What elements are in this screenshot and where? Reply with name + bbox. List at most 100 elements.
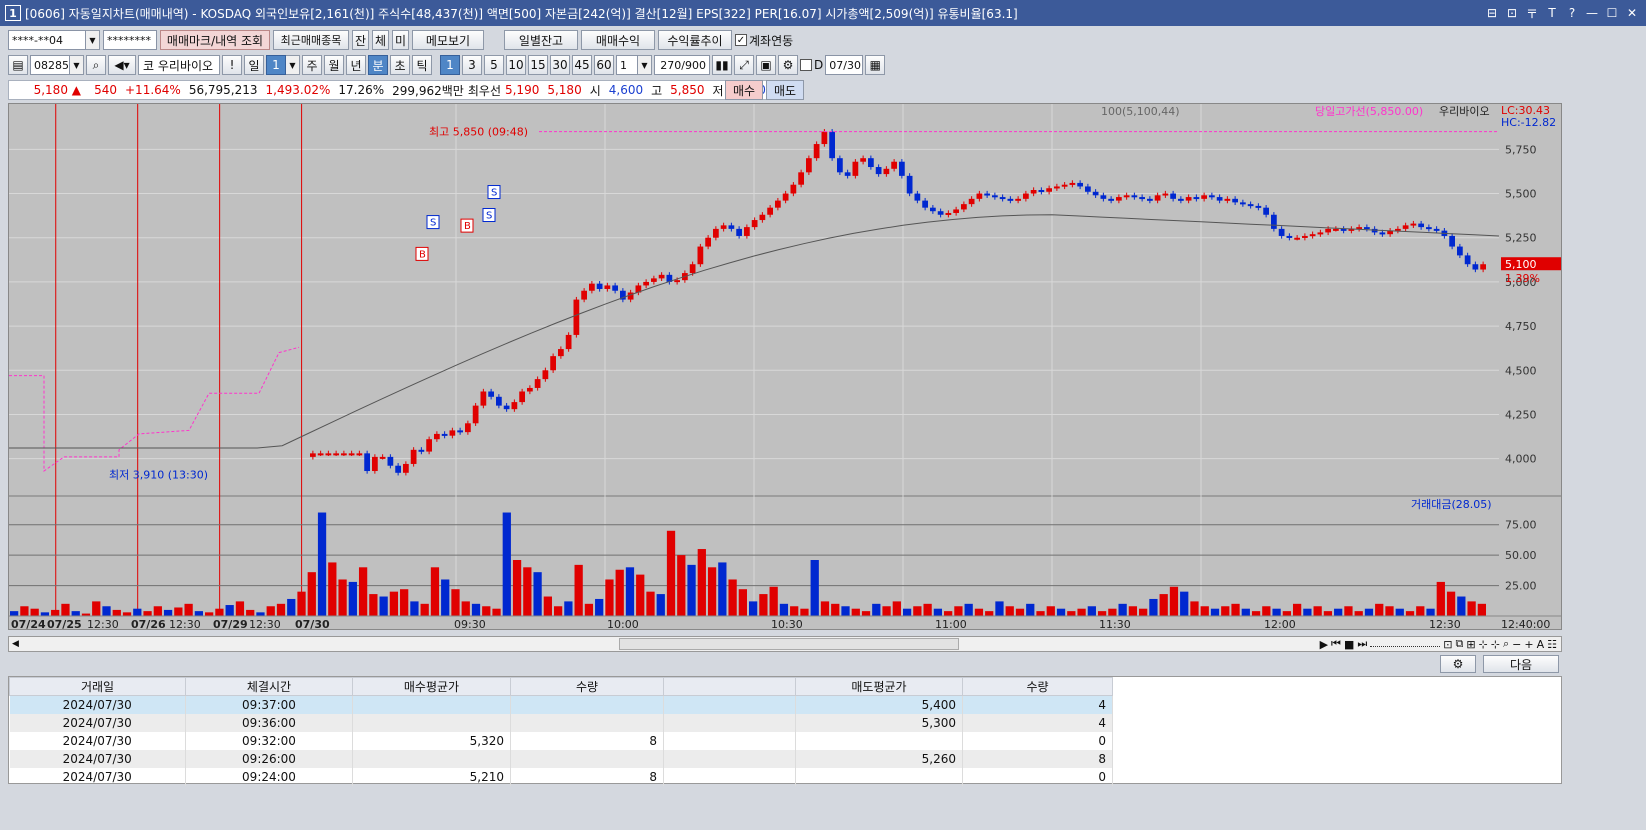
sound-icon[interactable]: ◀▾ — [108, 55, 136, 75]
scale-icon[interactable]: ⊹ — [1479, 638, 1488, 651]
play-icon[interactable]: ▶ — [1320, 638, 1328, 651]
memo-button[interactable]: 메모보기 — [412, 30, 484, 50]
chart-scrollbar[interactable]: ◀ ▶ ⏮ ■ ⏭ ⊡ ⧉ ⊞ ⊹ ⊹ ⌕ − + A ☷ — [8, 636, 1562, 652]
table-row[interactable]: 2024/07/30 09:37:00 5,400 4 — [9, 695, 1113, 714]
pending-button[interactable]: 미 — [392, 30, 409, 50]
account-link-toggle[interactable]: ✓ 계좌연동 — [735, 32, 793, 49]
zoom-icon[interactable]: ⌕ — [1503, 637, 1509, 651]
recent-trade-button[interactable]: 최근매매종목 — [273, 30, 349, 50]
interval-3[interactable]: 3 — [462, 55, 482, 75]
interval-input[interactable]: 1 — [616, 55, 638, 75]
font-icon[interactable]: T — [1542, 3, 1562, 23]
candle-type-icon[interactable]: ▮▮ — [712, 55, 732, 75]
layout-icon[interactable]: ⊟ — [1482, 3, 1502, 23]
period-week[interactable]: 주 — [302, 55, 322, 75]
link-icon[interactable]: ⤢ — [734, 55, 754, 75]
stop-icon[interactable]: ■ — [1344, 638, 1354, 651]
col-time[interactable]: 체결시간 — [185, 677, 353, 696]
table-cell: 2024/07/30 — [9, 695, 186, 714]
table-row[interactable]: 2024/07/30 09:32:00 5,320 8 0 — [9, 731, 1113, 750]
period-second[interactable]: 초 — [390, 55, 410, 75]
sell-button[interactable]: 매도 — [766, 80, 804, 100]
settings-icon[interactable]: ⚙ — [778, 55, 798, 75]
interval-dropdown-icon[interactable]: ▼ — [638, 55, 652, 75]
execution-button[interactable]: 체 — [372, 30, 389, 50]
period-tick[interactable]: 틱 — [412, 55, 432, 75]
return-trend-button[interactable]: 수익률추이 — [658, 30, 732, 50]
date-checkbox[interactable] — [800, 59, 812, 71]
trade-mark-button[interactable]: 매매마크/내역 조회 — [160, 30, 270, 50]
scroll-left-icon[interactable]: ◀ — [9, 639, 19, 649]
balance-button[interactable]: 잔 — [352, 30, 369, 50]
next-button[interactable]: 다음 — [1483, 655, 1559, 673]
interval-10[interactable]: 10 — [506, 55, 526, 75]
col-date[interactable]: 거래일 — [9, 677, 186, 696]
interval-1[interactable]: 1 — [440, 55, 460, 75]
table-cell: 4 — [962, 713, 1113, 732]
stock-name-field[interactable]: 코 우리바이오 — [138, 55, 220, 75]
copy-icon[interactable]: ⧉ — [1455, 637, 1463, 651]
zoom-out-icon[interactable]: − — [1512, 638, 1521, 651]
period-day[interactable]: 일 — [244, 55, 264, 75]
speed-slider[interactable] — [1370, 641, 1441, 647]
help-icon[interactable]: ? — [1562, 3, 1582, 23]
search-icon[interactable]: ⌕ — [86, 55, 106, 75]
scroll-thumb[interactable] — [619, 638, 959, 650]
interval-30[interactable]: 30 — [550, 55, 570, 75]
period-minute[interactable]: 분 — [368, 55, 388, 75]
code-dropdown-icon[interactable]: ▼ — [70, 55, 84, 75]
zoom-in-icon[interactable]: + — [1524, 638, 1533, 651]
table-row[interactable]: 2024/07/30 09:26:00 5,260 8 — [9, 749, 1113, 768]
bar-count-field[interactable]: 270/900 — [654, 55, 710, 75]
table-row[interactable]: 2024/07/30 09:24:00 5,210 8 0 — [9, 767, 1113, 786]
interval-5[interactable]: 5 — [484, 55, 504, 75]
daily-balance-button[interactable]: 일별잔고 — [504, 30, 578, 50]
table-settings-icon[interactable]: ⚙ — [1440, 655, 1476, 673]
chart-type-icon[interactable]: ⊞ — [1466, 638, 1475, 651]
candle-body — [1464, 255, 1471, 265]
forward-icon[interactable]: ⏭ — [1357, 637, 1367, 651]
col-buy-avg[interactable]: 매수평균가 — [352, 677, 511, 696]
interval-60[interactable]: 60 — [594, 55, 614, 75]
window-icon[interactable]: ⊡ — [1502, 3, 1522, 23]
buy-button[interactable]: 매수 — [725, 80, 763, 100]
price-chart-svg[interactable]: 5,7505,5005,2505,0004,7504,5004,2504,000… — [9, 104, 1561, 631]
stock-code-input[interactable]: 082850 — [30, 55, 70, 75]
volume-bar — [584, 603, 594, 616]
period-year[interactable]: 년 — [346, 55, 366, 75]
save-icon[interactable]: ▣ — [756, 55, 776, 75]
password-input[interactable]: ******** — [103, 30, 157, 50]
interval-15[interactable]: 15 — [528, 55, 548, 75]
calendar-icon[interactable]: ▦ — [865, 55, 886, 75]
layout-grid-icon[interactable]: ☷ — [1547, 638, 1557, 651]
alert-icon[interactable]: ! — [222, 55, 242, 75]
account-dropdown-icon[interactable]: ▼ — [86, 30, 100, 50]
interval-45[interactable]: 45 — [572, 55, 592, 75]
draw-tool-icon[interactable]: ⊡ — [1443, 638, 1452, 651]
table-row[interactable]: 2024/07/30 09:36:00 5,300 4 — [9, 713, 1113, 732]
period-day-count[interactable]: 1 — [266, 55, 286, 75]
col-buy-qty[interactable]: 수량 — [510, 677, 664, 696]
candle-body — [310, 453, 316, 457]
volume-bar — [410, 601, 419, 616]
chart-area[interactable]: 5,750 5,500 5,250 5,000 4,750 4,500 4,250 4,000… — [8, 103, 1562, 631]
col-sell-avg[interactable]: 매도평균가 — [795, 677, 963, 696]
period-month[interactable]: 월 — [324, 55, 344, 75]
ma-label: 100(5,100,44) — [1101, 105, 1180, 118]
volume-bar — [1108, 608, 1117, 616]
trade-profit-button[interactable]: 매매수익 — [581, 30, 655, 50]
close-button[interactable]: ✕ — [1622, 3, 1642, 23]
candle-body — [829, 131, 835, 159]
minimize-button[interactable]: — — [1582, 3, 1602, 23]
pin-icon[interactable]: 〒 — [1522, 3, 1542, 23]
maximize-button[interactable]: ☐ — [1602, 3, 1622, 23]
panel-icon[interactable]: ▤ — [8, 55, 28, 75]
checkbox-icon[interactable]: ✓ — [735, 34, 747, 46]
text-tool-icon[interactable]: A — [1537, 638, 1545, 651]
day-count-dropdown-icon[interactable]: ▼ — [286, 55, 300, 75]
col-sell-qty[interactable]: 수량 — [962, 677, 1113, 696]
rewind-icon[interactable]: ⏮ — [1331, 637, 1341, 651]
account-input[interactable]: ****-**04 — [8, 30, 86, 50]
date-input[interactable]: 07/30 — [825, 55, 864, 75]
measure-icon[interactable]: ⊹ — [1491, 638, 1500, 651]
